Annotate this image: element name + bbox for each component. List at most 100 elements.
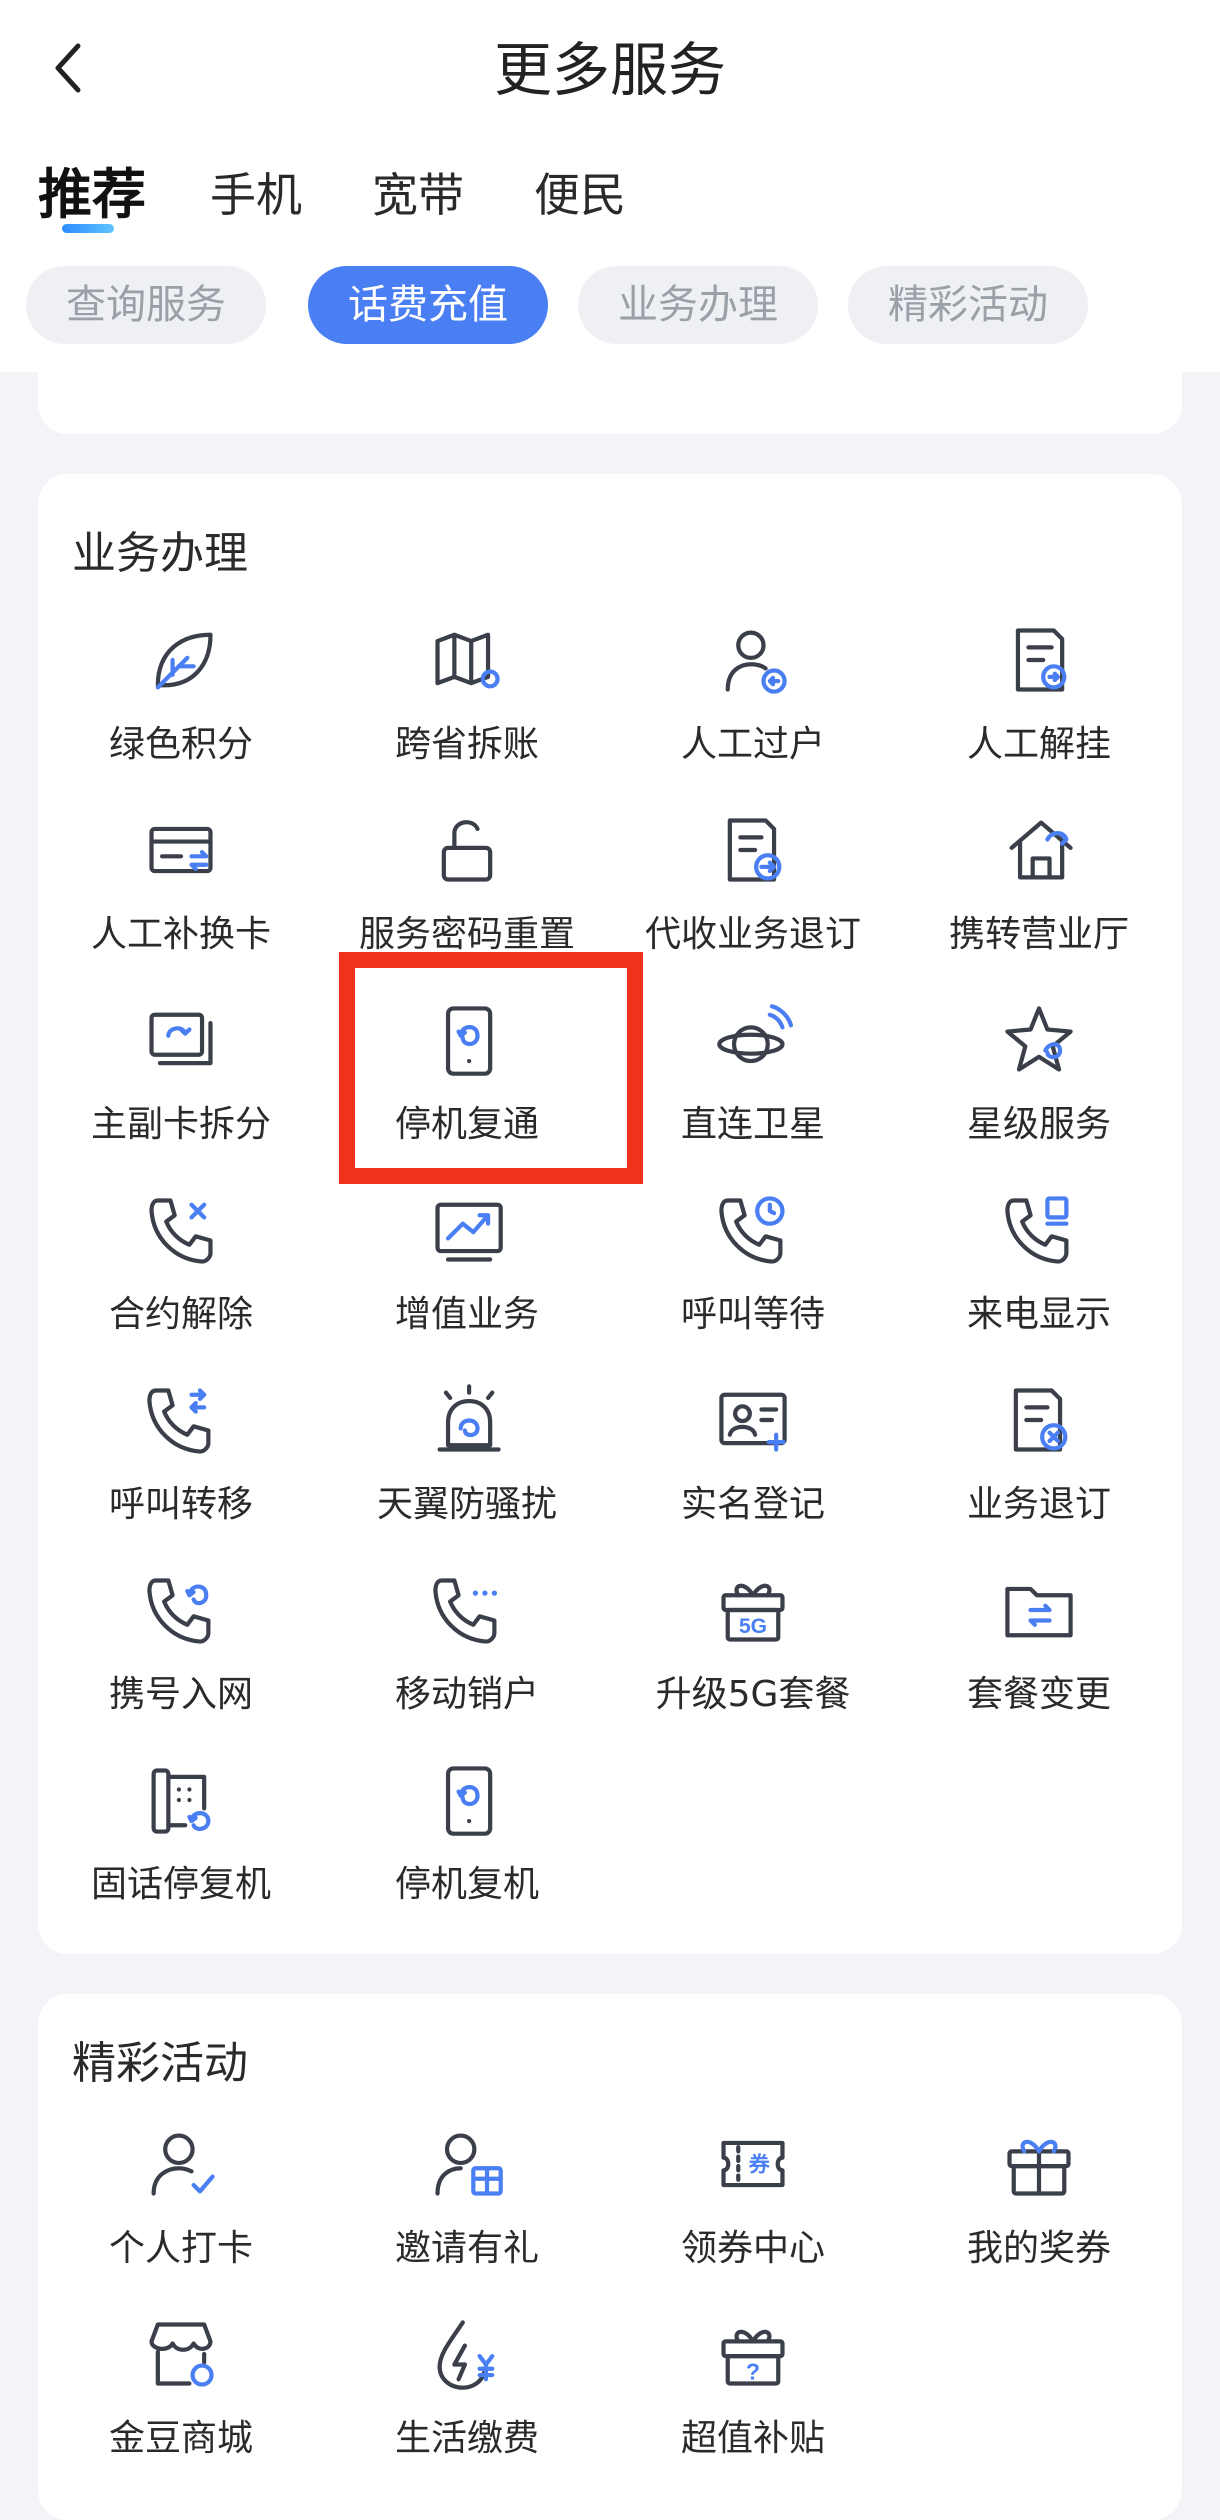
service-item[interactable]: 券领券中心 bbox=[610, 2104, 896, 2294]
service-item-label: 跨省拆账 bbox=[394, 724, 539, 765]
service-item[interactable]: 跨省拆账 bbox=[324, 600, 610, 790]
service-item[interactable]: 天翼防骚扰 bbox=[324, 1360, 610, 1550]
id-card-icon bbox=[713, 1380, 793, 1460]
service-item-label: 星级服务 bbox=[966, 1104, 1111, 1145]
service-item[interactable]: 代收业务退订 bbox=[610, 790, 896, 980]
service-item-label: 绿色积分 bbox=[108, 724, 253, 765]
service-item-label: 人工过户 bbox=[680, 724, 825, 765]
chip-recharge[interactable]: 话费充值 bbox=[308, 266, 548, 344]
phone-cancel-icon bbox=[141, 1190, 221, 1270]
cards-split-icon bbox=[141, 1000, 221, 1080]
service-item-label: 增值业务 bbox=[394, 1294, 539, 1335]
user-transfer-icon bbox=[713, 620, 793, 700]
tab-recommend[interactable]: 推荐 bbox=[38, 160, 146, 230]
svg-text:券: 券 bbox=[749, 2151, 771, 2176]
service-item-label: 人工补换卡 bbox=[90, 914, 271, 955]
home-transfer-icon bbox=[999, 810, 1079, 890]
tab-broadband[interactable]: 宽带 bbox=[372, 160, 464, 230]
phone-clock-icon bbox=[713, 1190, 793, 1270]
gift-icon bbox=[999, 2124, 1079, 2204]
main-tabs: 推荐 手机 宽带 便民 bbox=[0, 150, 1220, 250]
service-item-label: 升级5G套餐 bbox=[655, 1674, 851, 1715]
chip-business[interactable]: 业务办理 bbox=[578, 266, 818, 344]
service-item-label: 生活缴费 bbox=[394, 2418, 539, 2459]
service-item[interactable]: 实名登记 bbox=[610, 1360, 896, 1550]
service-item[interactable]: 业务退订 bbox=[896, 1360, 1182, 1550]
business-section-title: 业务办理 bbox=[72, 528, 248, 579]
service-item[interactable]: 套餐变更 bbox=[896, 1550, 1182, 1740]
service-item[interactable]: 邀请有礼 bbox=[324, 2104, 610, 2294]
service-item[interactable]: 直连卫星 bbox=[610, 980, 896, 1170]
service-item-label: 服务密码重置 bbox=[358, 914, 575, 955]
document-cancel-icon bbox=[999, 1380, 1079, 1460]
phone-port-icon bbox=[141, 1570, 221, 1650]
service-item[interactable]: 服务密码重置 bbox=[324, 790, 610, 980]
service-item-label: 来电显示 bbox=[966, 1294, 1111, 1335]
service-item[interactable]: 合约解除 bbox=[38, 1170, 324, 1360]
top-header: 更多服务 推荐 手机 宽带 便民 查询服务 话费充值 业务办理 精彩活动 bbox=[0, 0, 1220, 372]
service-item[interactable]: 人工补换卡 bbox=[38, 790, 324, 980]
service-item-label: 呼叫转移 bbox=[108, 1484, 253, 1525]
service-item-label: 金豆商城 bbox=[108, 2418, 253, 2459]
service-item-label: 代收业务退订 bbox=[644, 914, 861, 955]
service-item-label: 我的奖券 bbox=[966, 2228, 1111, 2269]
service-item-label: 呼叫等待 bbox=[680, 1294, 825, 1335]
service-item[interactable]: 主副卡拆分 bbox=[38, 980, 324, 1170]
service-item-label: 人工解挂 bbox=[966, 724, 1111, 765]
map-pin-icon bbox=[427, 620, 507, 700]
service-item[interactable]: 个人打卡 bbox=[38, 2104, 324, 2294]
service-item[interactable]: ? 超值补贴 bbox=[610, 2294, 896, 2484]
business-card: 业务办理 绿色积分 跨省拆账 人工过户 人工解挂人工补换卡 服务密码重置 代收业务退订 携转… bbox=[38, 474, 1182, 1954]
service-item-label: 套餐变更 bbox=[966, 1674, 1111, 1715]
tab-convenience[interactable]: 便民 bbox=[534, 160, 626, 230]
service-item[interactable]: 固话停复机 bbox=[38, 1740, 324, 1930]
service-item[interactable]: 呼叫转移 bbox=[38, 1360, 324, 1550]
svg-text:?: ? bbox=[746, 2358, 760, 2384]
user-gift-icon bbox=[427, 2124, 507, 2204]
service-item[interactable]: 来电显示 bbox=[896, 1170, 1182, 1360]
phone-display-icon bbox=[999, 1190, 1079, 1270]
service-item-label: 携转营业厅 bbox=[948, 914, 1129, 955]
service-item[interactable]: 绿色积分 bbox=[38, 600, 324, 790]
coupon-icon: 券 bbox=[713, 2124, 793, 2204]
service-item[interactable]: 移动销户 bbox=[324, 1550, 610, 1740]
activities-card: 精彩活动 个人打卡 邀请有礼券领券中心 我的奖券 金豆商城 生活缴费? 超值补贴 bbox=[38, 1994, 1182, 2520]
service-item[interactable]: 我的奖券 bbox=[896, 2104, 1182, 2294]
service-item-label: 邀请有礼 bbox=[394, 2228, 539, 2269]
active-tab-indicator bbox=[62, 224, 114, 233]
service-item[interactable]: 携转营业厅 bbox=[896, 790, 1182, 980]
service-item[interactable]: 5G 升级5G套餐 bbox=[610, 1550, 896, 1740]
card-swap-icon bbox=[141, 810, 221, 890]
chip-activities[interactable]: 精彩活动 bbox=[848, 266, 1088, 344]
service-item[interactable]: 人工解挂 bbox=[896, 600, 1182, 790]
service-item[interactable]: 增值业务 bbox=[324, 1170, 610, 1360]
user-check-icon bbox=[141, 2124, 221, 2204]
service-item-label: 个人打卡 bbox=[108, 2228, 253, 2269]
service-item[interactable]: 生活缴费 bbox=[324, 2294, 610, 2484]
service-item[interactable]: 金豆商城 bbox=[38, 2294, 324, 2484]
service-item[interactable]: 携号入网 bbox=[38, 1550, 324, 1740]
phone-restore-icon bbox=[427, 1000, 507, 1080]
service-item[interactable]: 呼叫等待 bbox=[610, 1170, 896, 1360]
service-item-label: 领券中心 bbox=[680, 2228, 825, 2269]
unlock-icon bbox=[427, 810, 507, 890]
tab-phone[interactable]: 手机 bbox=[210, 160, 302, 230]
shop-icon bbox=[141, 2314, 221, 2394]
service-item-label: 直连卫星 bbox=[680, 1104, 825, 1145]
service-item-label: 天翼防骚扰 bbox=[376, 1484, 557, 1525]
service-item-label: 实名登记 bbox=[680, 1484, 825, 1525]
service-item[interactable]: 停机复机 bbox=[324, 1740, 610, 1930]
service-item[interactable]: 人工过户 bbox=[610, 600, 896, 790]
service-item[interactable]: 停机复通 bbox=[324, 980, 610, 1170]
service-item-label: 固话停复机 bbox=[90, 1864, 271, 1905]
phone-forward-icon bbox=[141, 1380, 221, 1460]
satellite-planet-icon bbox=[713, 1000, 793, 1080]
star-icon bbox=[999, 1000, 1079, 1080]
service-item-label: 业务退订 bbox=[966, 1484, 1111, 1525]
page-title: 更多服务 bbox=[493, 36, 726, 104]
service-item[interactable]: 星级服务 bbox=[896, 980, 1182, 1170]
service-item-label: 停机复通 bbox=[394, 1104, 539, 1145]
activities-section-title: 精彩活动 bbox=[72, 2038, 248, 2089]
service-item-label: 停机复机 bbox=[394, 1864, 539, 1905]
chip-query-service[interactable]: 查询服务 bbox=[26, 266, 266, 344]
